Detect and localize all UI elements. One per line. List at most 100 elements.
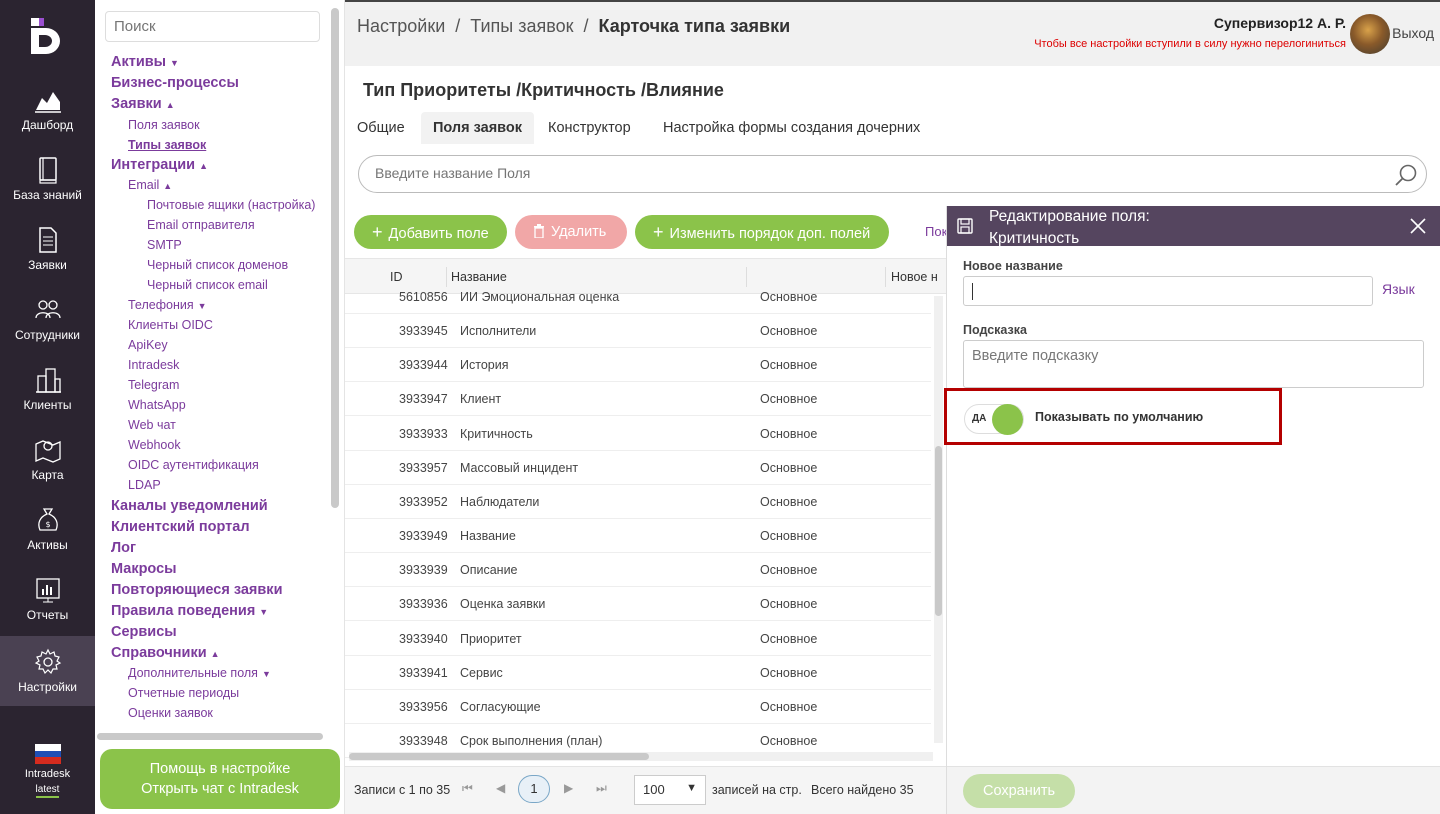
nav-item-dashboard[interactable]: Дашборд [0,86,95,156]
table-row[interactable]: 3933940 Приоритет Основное [345,622,931,656]
show-by-default-toggle[interactable]: ДА [964,404,1024,435]
sidebar-item[interactable]: Telegram [128,378,179,392]
sidebar-item[interactable]: Черный список доменов [147,258,288,272]
current-page[interactable]: 1 [518,775,550,803]
table-row[interactable]: 3933949 Название Основное [345,519,931,554]
table-row[interactable]: 3933952 Наблюдатели Основное [345,485,931,519]
close-icon[interactable] [1409,217,1427,235]
sidebar-item[interactable]: Клиенты OIDC [128,318,213,332]
save-button[interactable]: Сохранить [963,774,1075,808]
breadcrumb-request-types[interactable]: Типы заявок [470,16,573,36]
sidebar-item[interactable]: OIDC аутентификация [128,458,259,472]
table-horizontal-scrollbar[interactable] [349,752,933,761]
caret-up-icon[interactable]: ▲ [211,649,220,659]
sidebar-item[interactable]: Оценки заявок [128,706,213,720]
table-row[interactable]: 3933957 Массовый инцидент Основное [345,451,931,485]
nav-item-buildings[interactable]: Клиенты [0,366,95,436]
save-icon[interactable] [957,218,973,234]
search-icon[interactable] [1394,163,1418,187]
sidebar-item[interactable]: Телефония ▼ [128,298,207,312]
sidebar-vertical-scrollbar[interactable] [331,8,339,508]
sidebar-item[interactable]: Клиентский портал [111,519,250,535]
sidebar-item[interactable]: Webhook [128,438,181,452]
user-name[interactable]: Супервизор12 А. Р. [1214,15,1346,31]
new-name-input[interactable] [963,276,1373,306]
nav-item-map[interactable]: Карта [0,436,95,506]
sidebar-item[interactable]: Сервисы [111,624,177,640]
avatar[interactable] [1350,14,1390,54]
caret-up-icon[interactable]: ▲ [163,181,172,191]
sidebar-item[interactable]: Поля заявок [128,118,200,132]
version-block[interactable]: Intradesk latest [0,744,95,798]
table-row[interactable]: 5610856 ИИ Эмоциональная оценка Основное [345,280,931,314]
hint-textarea[interactable]: Введите подсказку [963,340,1424,388]
sidebar-item[interactable]: Intradesk [128,358,179,372]
sidebar-search-input[interactable] [105,11,320,42]
nav-item-gear[interactable]: Настройки [0,636,95,706]
caret-up-icon[interactable]: ▲ [166,100,175,110]
scrollbar-thumb[interactable] [935,446,942,616]
table-row[interactable]: 3933936 Оценка заявки Основное [345,587,931,622]
sidebar-item[interactable]: LDAP [128,478,161,492]
reorder-fields-button[interactable]: + Изменить порядок доп. полей [635,215,889,249]
field-search-bar[interactable] [358,155,1427,193]
sidebar-item[interactable]: Каналы уведомлений [111,498,268,514]
field-search-input[interactable] [375,165,1275,181]
sidebar-item[interactable]: Email отправителя [147,218,255,232]
sidebar-item[interactable]: Дополнительные поля ▼ [128,666,271,680]
sidebar-item[interactable]: Типы заявок [128,138,206,152]
logout-link[interactable]: Выход [1392,25,1434,41]
caret-down-icon[interactable]: ▼ [262,669,271,679]
nav-item-people[interactable]: Сотрудники [0,296,95,366]
caret-down-icon[interactable]: ▼ [170,58,179,68]
table-row[interactable]: 3933933 Критичность Основное [345,417,931,451]
table-vertical-scrollbar[interactable] [934,296,943,743]
sidebar-item[interactable]: Почтовые ящики (настройка) [147,198,315,212]
previous-page-icon[interactable]: ◀ [496,781,505,795]
sidebar-item[interactable]: Заявки ▲ [111,96,175,112]
tab-request-fields[interactable]: Поля заявок [421,112,534,144]
tab-general[interactable]: Общие [357,112,405,144]
scrollbar-thumb[interactable] [349,753,649,760]
table-row[interactable]: 3933939 Описание Основное [345,553,931,588]
sidebar-item[interactable]: WhatsApp [128,398,186,412]
sidebar-item[interactable]: ApiKey [128,338,168,352]
table-row[interactable]: 3933947 Клиент Основное [345,382,931,417]
sidebar-item[interactable]: Правила поведения ▼ [111,603,268,619]
language-link[interactable]: Язык [1382,281,1415,297]
sidebar-item[interactable]: Черный список email [147,278,268,292]
table-row[interactable]: 3933941 Сервис Основное [345,656,931,690]
tab-constructor[interactable]: Конструктор [548,112,631,144]
toggle-knob[interactable] [992,404,1023,435]
page-size-select[interactable]: 100 ▼ [634,775,706,805]
sidebar-item[interactable]: Бизнес-процессы [111,75,239,91]
caret-down-icon[interactable]: ▼ [198,301,207,311]
sidebar-item[interactable]: Email ▲ [128,178,172,192]
sidebar-item[interactable]: Web чат [128,418,176,432]
help-chat-button[interactable]: Помощь в настройке Открыть чат с Intrade… [100,749,340,809]
caret-up-icon[interactable]: ▲ [199,161,208,171]
breadcrumb-settings[interactable]: Настройки [357,16,445,36]
delete-button[interactable]: Удалить [515,215,627,249]
sidebar-item[interactable]: Интеграции ▲ [111,157,208,173]
tab-child-form-settings[interactable]: Настройка формы создания дочерних [663,112,920,144]
nav-item-book[interactable]: База знаний [0,156,95,226]
sidebar-item[interactable]: Активы ▼ [111,54,179,70]
caret-down-icon[interactable]: ▼ [259,607,268,617]
sidebar-item[interactable]: SMTP [147,238,182,252]
first-page-icon[interactable]: ⏮ [462,781,473,796]
sidebar-horizontal-scrollbar[interactable] [97,733,323,740]
last-page-icon[interactable]: ⏭ [596,781,607,796]
sidebar-item[interactable]: Макросы [111,561,177,577]
sidebar-item[interactable]: Повторяющиеся заявки [111,582,282,598]
table-row[interactable]: 3933944 История Основное [345,348,931,383]
table-row[interactable]: 3933945 Исполнители Основное [345,314,931,349]
sidebar-item[interactable]: Лог [111,540,136,556]
next-page-icon[interactable]: ▶ [564,781,573,795]
logo-icon[interactable] [28,16,66,54]
table-row[interactable]: 3933956 Согласующие Основное [345,690,931,724]
sidebar-item[interactable]: Отчетные периоды [128,686,239,700]
add-field-button[interactable]: + Добавить поле [354,215,507,249]
sidebar-item[interactable]: Справочники ▲ [111,645,220,661]
nav-item-money-bag[interactable]: $ Активы [0,506,95,576]
